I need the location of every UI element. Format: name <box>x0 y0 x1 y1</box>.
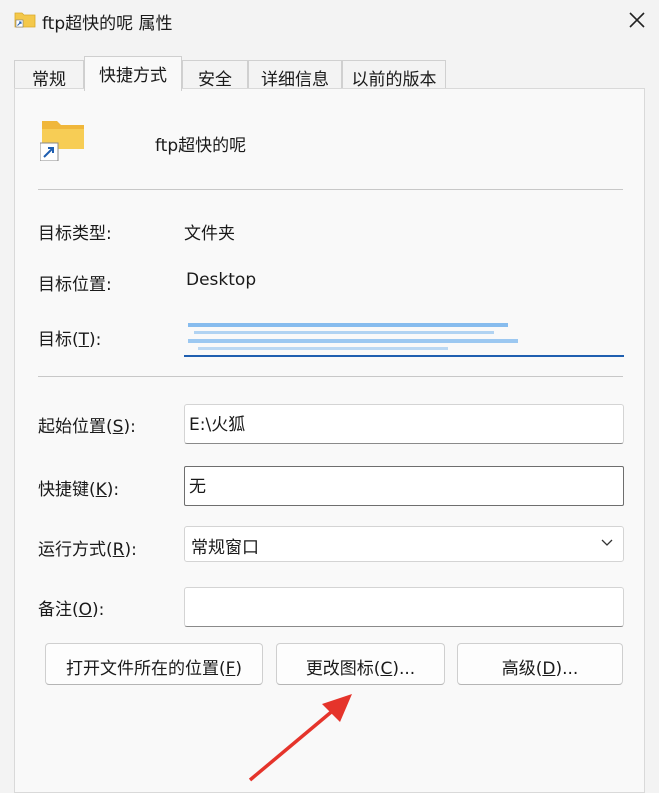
change-icon-button[interactable]: 更改图标(C)... <box>276 643 445 685</box>
annotation-arrow-icon <box>248 694 352 782</box>
target-field[interactable] <box>184 317 624 357</box>
title-bar: ftp超快的呢 属性 <box>0 0 659 44</box>
tab-security[interactable]: 安全 <box>182 60 248 90</box>
close-button[interactable] <box>618 0 659 40</box>
target-location-value: Desktop <box>186 270 257 290</box>
run-select[interactable]: 常规窗口 <box>184 526 624 562</box>
chevron-down-icon <box>601 539 613 546</box>
folder-shortcut-icon <box>40 121 84 161</box>
window-title: ftp超快的呢 属性 <box>42 14 173 34</box>
tab-shortcut[interactable]: 快捷方式 <box>84 56 182 91</box>
start-in-field[interactable]: E:\火狐 <box>184 404 624 444</box>
shortcut-name: ftp超快的呢 <box>155 136 247 156</box>
close-icon <box>629 12 645 28</box>
comment-field[interactable] <box>184 587 624 627</box>
shortcut-key-field[interactable]: 无 <box>184 466 624 506</box>
run-select-value: 常规窗口 <box>191 538 259 558</box>
target-type-label: 目标类型: <box>38 224 112 244</box>
divider <box>38 189 623 190</box>
target-type-value: 文件夹 <box>184 224 235 244</box>
target-label: 目标(T): <box>38 330 102 350</box>
run-label: 运行方式(R): <box>38 540 137 560</box>
start-in-label: 起始位置(S): <box>38 417 136 437</box>
open-file-location-button[interactable]: 打开文件所在的位置(F) <box>45 643 263 685</box>
folder-icon <box>14 12 36 28</box>
target-location-label: 目标位置: <box>38 275 112 295</box>
shortcut-key-label: 快捷键(K): <box>38 480 120 500</box>
comment-label: 备注(O): <box>38 600 105 620</box>
tab-general[interactable]: 常规 <box>14 60 84 90</box>
advanced-button[interactable]: 高级(D)... <box>457 643 623 685</box>
tab-details[interactable]: 详细信息 <box>248 60 342 90</box>
divider <box>38 376 623 377</box>
tab-previous-versions[interactable]: 以前的版本 <box>342 60 446 90</box>
